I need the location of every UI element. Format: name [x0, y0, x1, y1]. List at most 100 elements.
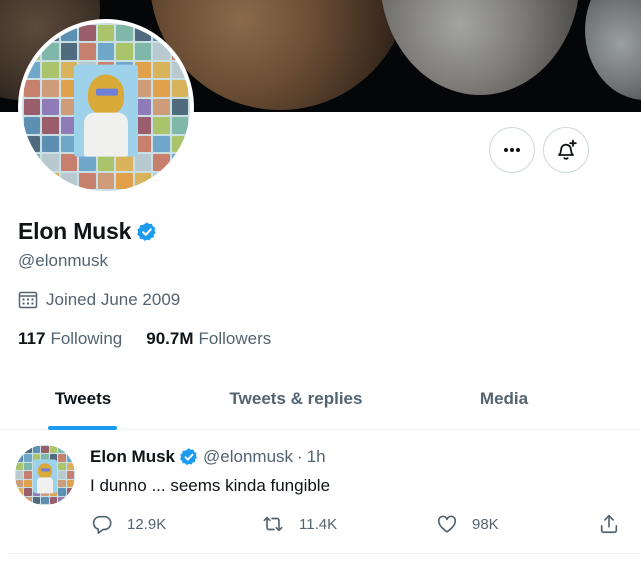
- mosaic-tile: [24, 135, 41, 153]
- ape-visor: [96, 88, 118, 96]
- tweet-author-handle[interactable]: @elonmusk: [203, 447, 293, 467]
- tweet[interactable]: Elon Musk @elonmusk · 1h I dunno ... see…: [0, 431, 641, 554]
- share-button[interactable]: [598, 513, 620, 535]
- mosaic-tile: [116, 43, 133, 60]
- mosaic-tile: [79, 172, 96, 189]
- mosaic-tile: [134, 154, 152, 171]
- mosaic-tile: [58, 454, 66, 462]
- mosaic-tile: [153, 135, 170, 153]
- calendar-icon: [18, 291, 38, 309]
- mosaic-tile: [42, 172, 59, 189]
- mosaic-tile: [16, 446, 24, 454]
- share-icon: [600, 514, 618, 534]
- verified-badge-icon: [180, 448, 197, 466]
- joined-date: Joined June 2009: [18, 290, 180, 310]
- tweet-header: Elon Musk @elonmusk · 1h: [90, 447, 326, 467]
- mosaic-tile: [171, 154, 188, 171]
- mosaic-tile: [24, 496, 32, 504]
- mosaic-tile: [42, 61, 59, 79]
- mosaic-tile: [24, 471, 32, 479]
- mosaic-tile: [24, 479, 32, 488]
- mosaic-tile: [16, 479, 24, 488]
- tweet-avatar[interactable]: [15, 445, 75, 505]
- mosaic-tile: [97, 25, 115, 42]
- tab-tweets[interactable]: Tweets: [36, 368, 130, 430]
- ape-head: [88, 74, 124, 115]
- mosaic-tile: [16, 462, 24, 471]
- mosaic-tile: [42, 154, 59, 171]
- mosaic-tile: [24, 488, 32, 496]
- mosaic-tile: [66, 488, 74, 496]
- mosaic-tile: [24, 172, 41, 189]
- notifications-button[interactable]: [543, 127, 589, 173]
- mosaic-tile: [24, 117, 41, 134]
- mosaic-tile: [116, 25, 133, 42]
- tab-tweets-and-replies[interactable]: Tweets & replies: [210, 368, 382, 430]
- joined-text: Joined June 2009: [46, 290, 181, 309]
- active-tab-indicator: [48, 426, 117, 430]
- tweet-actions: 12.9K 11.4K 98K: [0, 513, 641, 537]
- retweet-button[interactable]: 11.4K: [261, 513, 337, 535]
- retweet-icon: [263, 516, 283, 532]
- mosaic-tile: [66, 496, 74, 504]
- mosaic-tile: [171, 98, 188, 116]
- ape-head: [38, 463, 52, 479]
- tweet-author-name[interactable]: Elon Musk: [90, 447, 175, 467]
- mosaic-tile: [153, 98, 170, 116]
- profile-avatar[interactable]: [18, 19, 194, 195]
- mosaic-tile: [171, 135, 188, 153]
- mosaic-tile: [116, 172, 133, 189]
- tweet-divider: [8, 553, 641, 554]
- notification-bell-icon: [558, 139, 577, 160]
- followers-count: 90.7M: [146, 329, 194, 348]
- reply-button[interactable]: 12.9K: [91, 513, 166, 535]
- like-count: 98K: [472, 515, 499, 533]
- banner-planet: [380, 0, 580, 95]
- mosaic-tile: [79, 43, 96, 60]
- mosaic-tile: [16, 496, 24, 504]
- mosaic-tile: [171, 172, 188, 189]
- mosaic-tile: [49, 446, 58, 454]
- mosaic-tile: [42, 117, 59, 134]
- mosaic-tile: [153, 172, 170, 189]
- tweet-timestamp[interactable]: 1h: [307, 447, 326, 467]
- mosaic-tile: [60, 25, 78, 42]
- tab-media[interactable]: Media: [454, 368, 554, 430]
- mosaic-tile: [58, 479, 66, 488]
- following-link[interactable]: 117 Following: [18, 329, 122, 349]
- mosaic-tile: [42, 98, 59, 116]
- mosaic-tile: [66, 454, 74, 462]
- following-count: 117: [18, 329, 46, 348]
- followers-label: Followers: [198, 329, 272, 348]
- mosaic-tile: [97, 172, 115, 189]
- mosaic-tile: [41, 496, 49, 504]
- mosaic-tile: [60, 172, 78, 189]
- mosaic-tile: [97, 43, 115, 60]
- ape-visor: [41, 468, 50, 472]
- mosaic-tile: [24, 80, 41, 97]
- mosaic-tile: [24, 462, 32, 471]
- tweet-text: I dunno ... seems kinda fungible: [90, 476, 331, 495]
- mosaic-tile: [42, 135, 59, 153]
- mosaic-tile: [16, 488, 24, 496]
- like-button[interactable]: 98K: [436, 513, 499, 535]
- mosaic-tile: [171, 61, 188, 79]
- mosaic-tile: [66, 446, 74, 454]
- mosaic-tile: [66, 471, 74, 479]
- retweet-count: 11.4K: [299, 515, 338, 533]
- mosaic-tile: [60, 154, 78, 171]
- verified-badge-icon: [137, 221, 156, 241]
- followers-link[interactable]: 90.7M Followers: [146, 329, 271, 349]
- mosaic-tile: [24, 61, 41, 79]
- mosaic-tile: [153, 154, 170, 171]
- mosaic-tile: [171, 80, 188, 97]
- profile-name-row: Elon Musk: [18, 218, 158, 245]
- mosaic-tile: [58, 471, 66, 479]
- following-label: Following: [50, 329, 123, 348]
- mosaic-tile: [41, 446, 49, 454]
- more-button[interactable]: [489, 127, 535, 173]
- mosaic-tile: [42, 80, 59, 97]
- avatar-ape-figure: [33, 459, 57, 494]
- mosaic-tile: [79, 25, 96, 42]
- mosaic-tile: [171, 25, 188, 42]
